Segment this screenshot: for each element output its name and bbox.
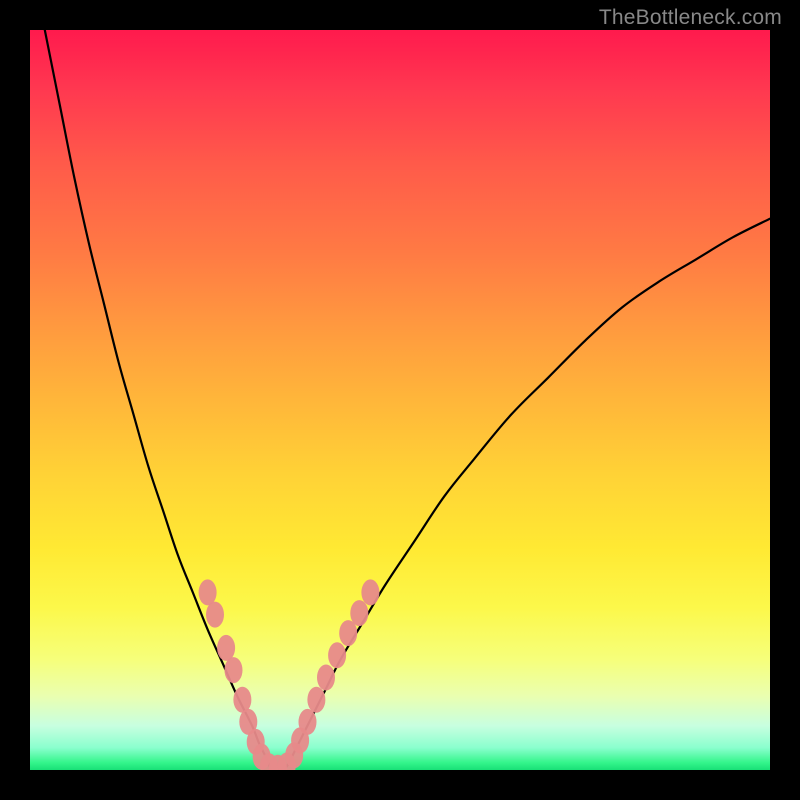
plot-area xyxy=(30,30,770,770)
marker-dot xyxy=(307,687,325,713)
marker-dot xyxy=(350,600,368,626)
curve-right-curve xyxy=(285,219,770,769)
marker-dot xyxy=(217,635,235,661)
marker-dot xyxy=(199,579,217,605)
watermark-text: TheBottleneck.com xyxy=(599,6,782,30)
marker-dot xyxy=(317,665,335,691)
chart-frame: TheBottleneck.com xyxy=(0,0,800,800)
marker-dot xyxy=(233,687,251,713)
marker-dot xyxy=(299,709,317,735)
marker-dot xyxy=(225,657,243,683)
marker-dot xyxy=(206,602,224,628)
marker-dot xyxy=(328,642,346,668)
curve-left-curve xyxy=(45,30,271,769)
chart-svg xyxy=(30,30,770,770)
marker-dot xyxy=(361,579,379,605)
